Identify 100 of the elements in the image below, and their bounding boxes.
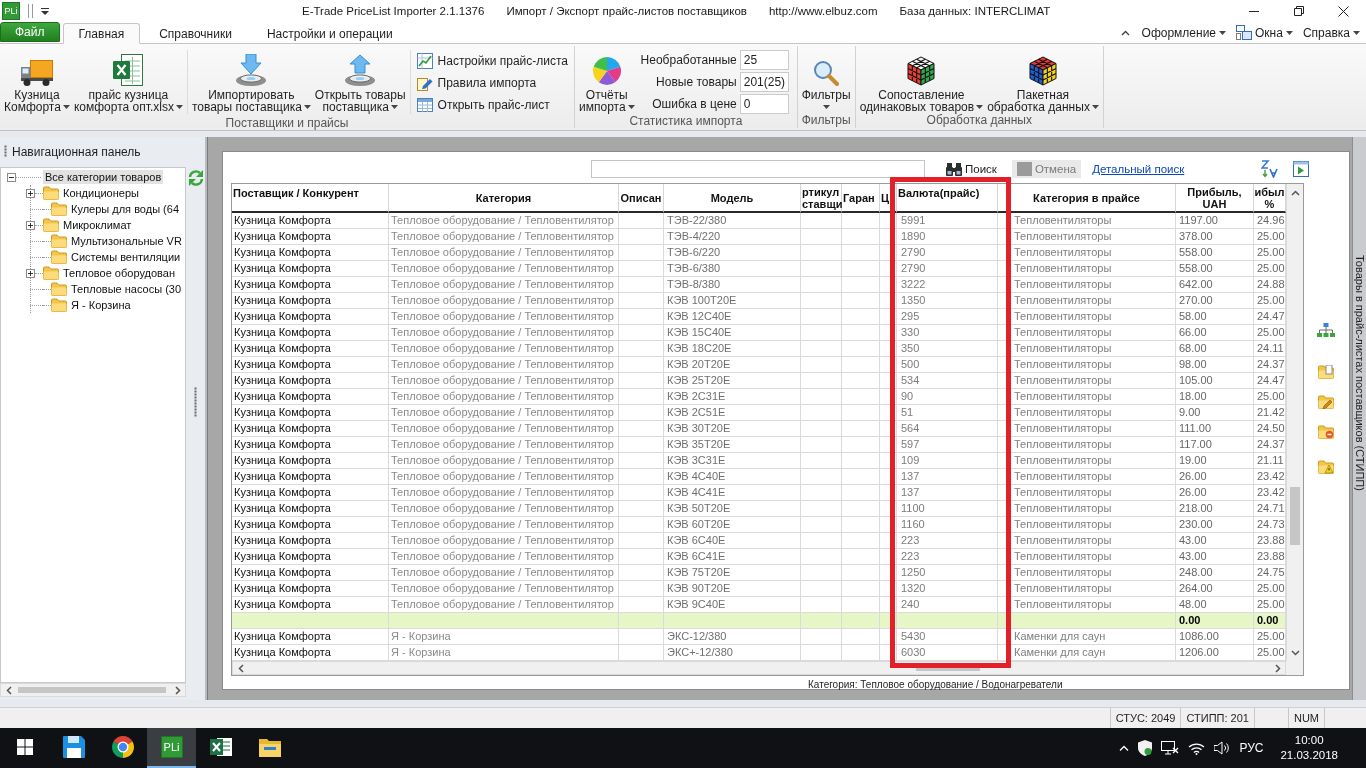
ribbon-link-button[interactable]: Правила импорта [414,72,570,94]
tree-item[interactable]: Я - Корзина [69,298,133,312]
tree-item[interactable]: Кондиционеры [61,186,141,200]
clock-date[interactable]: 21.03.2018 [1280,748,1338,763]
caret-icon [1353,30,1360,35]
chevron-left-icon [237,663,244,673]
ribbon-group-label: Обработка данных [926,113,1032,128]
ribbon-button[interactable]: прайс кузница комфорта опт.xlsx [71,46,185,116]
window-subtitle: Импорт / Экспорт прайс-листов поставщиков [506,5,747,17]
taskbar-app-button[interactable]: PLi [147,728,196,768]
ribbon-link-button[interactable]: Открыть прайс-лист [414,94,570,116]
folder-icon [43,186,59,200]
folder-icon [51,282,67,296]
wifi-icon[interactable] [1188,741,1206,755]
horizontal-scrollbar[interactable] [232,661,1286,675]
folder-clipboard-icon[interactable] [1317,365,1334,379]
status-text: NUM [1293,712,1319,724]
app-logo: PLi [160,736,183,758]
restore-icon [1293,6,1304,16]
chart-sheet-icon [416,53,433,69]
menu-button[interactable]: Окна [1232,22,1297,43]
side-tab[interactable]: Товары в прайс-листах поставщиков (СТИПП) [1353,253,1366,493]
ribbon-group-label: Фильтры [801,113,851,128]
scrollbar-thumb[interactable] [18,687,166,693]
chevron-left-icon [5,685,12,695]
cancel-button[interactable]: Отмена [1011,160,1082,178]
pie-chart-icon [591,56,622,86]
hierarchy-icon[interactable] [1316,323,1335,337]
chevron-up-icon [1120,29,1130,36]
ribbon-tab[interactable]: Настройки и операции [250,23,409,44]
tree-item[interactable]: Микроклимат [61,218,134,232]
folder-icon [51,234,67,248]
close-icon [1338,5,1349,17]
chevron-up-icon [1290,189,1300,196]
chevron-up-icon[interactable] [1119,745,1130,751]
search-button[interactable]: Поиск [941,160,1002,178]
customize-caret-icon[interactable] [41,7,49,15]
tree-item[interactable]: Тепловое оборудован [61,266,177,280]
ribbon-button[interactable]: Импортировать товары поставщика [189,46,313,116]
scrollbar-thumb[interactable] [1290,487,1300,545]
vertical-scrollbar[interactable] [1286,184,1303,661]
tree-item[interactable]: Все категории товаров [43,170,164,184]
plus-box-icon[interactable] [26,188,35,198]
counter-label: Ошибка в цене [651,96,737,113]
grip-icon [4,145,7,159]
ribbon-button[interactable]: Сопоставление одинаковых товаров [857,46,986,113]
folder-warning-icon[interactable] [1317,460,1334,474]
binoculars-icon [946,162,962,176]
export-icon[interactable] [1293,161,1309,177]
file-menu-tab[interactable]: Файл [0,22,60,42]
ribbon-link-button[interactable]: Настройки прайс-листа [414,50,570,72]
language-indicator[interactable]: РУС [1239,741,1264,755]
pencil-note-icon [416,75,433,91]
square-icon [1016,162,1032,176]
ribbon-button[interactable]: Отчёты импорта [577,46,637,114]
ribbon-tab[interactable]: Главная [62,23,141,44]
browser-icon [111,736,134,758]
counter-field: 25 [739,50,789,70]
counter-field: 201(25) [739,72,789,92]
ribbon-button[interactable]: Пакетная обработка данных [985,46,1101,113]
folder-icon [51,250,67,264]
search-field[interactable] [591,160,925,178]
splitter-grip-icon[interactable] [194,387,197,417]
minimize-icon [1248,10,1259,12]
menu-button[interactable]: Справка [1298,22,1364,43]
minus-box-icon[interactable] [7,172,16,182]
plus-box-icon[interactable] [26,268,35,278]
tree-item[interactable]: Тепловые насосы (30 [69,282,184,296]
refresh-icon[interactable] [186,169,205,187]
caret-icon [1285,30,1293,35]
tree-item[interactable]: Мультизональные VR [69,234,184,248]
caret-icon [1219,30,1227,35]
down-arrow-icon [235,54,268,86]
folder-icon [51,298,67,312]
chevron-right-icon [174,685,181,695]
folder-minus-icon[interactable] [1317,425,1334,439]
category-caption: Категория: Тепловое оборудование / Водонагреватели [808,679,1064,691]
network-icon[interactable] [1161,741,1180,755]
ribbon-tab[interactable]: Справочники [143,23,248,44]
ribbon-button[interactable]: Открыть товары поставщика [312,46,408,116]
tree-item[interactable]: Системы вентиляции [69,250,183,264]
sort-icon[interactable] [1261,160,1279,178]
plus-box-icon[interactable] [26,220,35,230]
website-url: http://www.elbuz.com [768,5,878,17]
scrollbar-corner [1286,661,1303,675]
tree-item[interactable]: Кулеры для воды (64 [69,202,181,216]
folder-pencil-icon[interactable] [1317,395,1334,409]
spreadsheet-icon [113,54,144,86]
speaker-icon[interactable] [1214,741,1231,755]
horizontal-scrollbar[interactable] [0,683,186,697]
advanced-search-link[interactable]: Детальный поиск [1092,163,1185,175]
menu-button[interactable]: Оформление [1137,22,1231,43]
truck-icon [20,60,53,86]
database-name: База данных: INTERCLIMAT [899,5,1051,17]
clock-time[interactable]: 10:00 [1294,733,1324,748]
chevron-down-icon [1290,649,1300,656]
ribbon-button[interactable]: Фильтры [799,46,853,113]
folder-icon [43,218,59,232]
ribbon-button[interactable]: Кузница Комфорта [2,46,72,116]
shield-icon[interactable] [1138,740,1153,756]
